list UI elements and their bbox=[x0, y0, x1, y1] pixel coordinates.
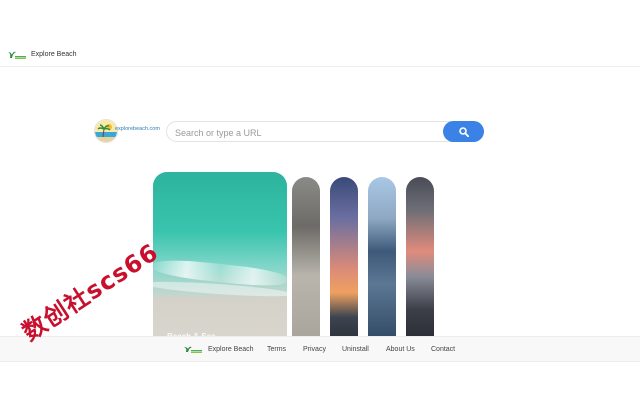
explore-beach-logo-icon bbox=[8, 51, 26, 59]
top-bar: Explore Beach bbox=[0, 44, 640, 67]
footer-link-terms[interactable]: Terms bbox=[267, 345, 286, 354]
watermark-text: 数创社scs66 bbox=[17, 237, 164, 347]
footer: Explore Beach Terms Privacy Uninstall Ab… bbox=[0, 336, 640, 362]
footer-link-privacy[interactable]: Privacy bbox=[303, 345, 326, 354]
dusk-sea-card[interactable] bbox=[406, 177, 434, 342]
explorebeach-logo[interactable]: explorebeach.com bbox=[94, 119, 164, 143]
footer-brand-link[interactable]: Explore Beach bbox=[208, 345, 254, 354]
search-icon bbox=[458, 126, 469, 137]
rock-card[interactable] bbox=[292, 177, 320, 342]
search-input[interactable] bbox=[173, 125, 447, 141]
search-bar bbox=[166, 121, 484, 142]
app-title[interactable]: Explore Beach bbox=[31, 50, 77, 60]
footer-link-contact[interactable]: Contact bbox=[431, 345, 455, 354]
turquoise-beach-card[interactable]: Beach & Sea... bbox=[153, 172, 287, 342]
sunset-sea-card[interactable] bbox=[330, 177, 358, 342]
footer-link-about-us[interactable]: About Us bbox=[386, 345, 415, 354]
search-button[interactable] bbox=[443, 121, 484, 142]
explore-beach-logo-icon bbox=[184, 346, 202, 353]
footer-link-uninstall[interactable]: Uninstall bbox=[342, 345, 369, 354]
pebbles-card[interactable] bbox=[368, 177, 396, 342]
brand-name: explorebeach.com bbox=[115, 126, 160, 132]
